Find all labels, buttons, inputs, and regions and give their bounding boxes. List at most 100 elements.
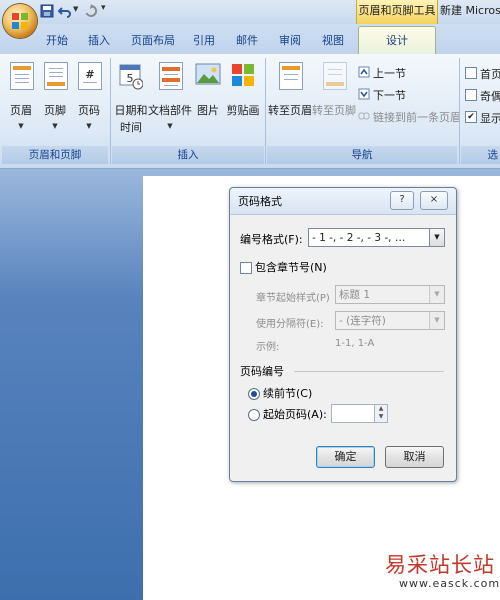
number-format-select[interactable]: - 1 -, - 2 -, - 3 -, … ▼ bbox=[308, 228, 445, 247]
chapter-style-select: 标题 1 ▼ bbox=[335, 285, 445, 304]
previous-section-button[interactable]: 上一节 bbox=[358, 64, 458, 80]
continue-label: 续前节(C) bbox=[263, 387, 313, 400]
tab-insert[interactable]: 插入 bbox=[88, 30, 110, 52]
undo-icon[interactable] bbox=[58, 4, 72, 18]
separator-value: - (连字符) bbox=[339, 315, 386, 327]
picture-button[interactable]: 图片 bbox=[194, 62, 222, 122]
tab-home[interactable]: 开始 bbox=[46, 30, 68, 52]
page-number-icon: # bbox=[78, 62, 102, 90]
page-number-format-dialog: 页码格式 ? × 编号格式(F): - 1 -, - 2 -, - 3 -, …… bbox=[229, 187, 457, 482]
context-tab-title: 页眉和页脚工具 bbox=[356, 0, 438, 24]
document-title: 新建 Micros bbox=[440, 4, 500, 17]
number-format-label: 编号格式(F): bbox=[240, 233, 303, 246]
goto-footer-label: 转至页脚 bbox=[312, 104, 356, 117]
options-group-caption: 选 bbox=[461, 146, 500, 164]
show-document-text-label: 显示 bbox=[480, 112, 500, 125]
help-button[interactable]: ? bbox=[390, 191, 414, 210]
close-button[interactable]: × bbox=[420, 191, 448, 210]
group-divider bbox=[265, 58, 266, 164]
quick-parts-label: 文档部件 bbox=[148, 104, 192, 117]
footer-button-label: 页脚 bbox=[44, 104, 66, 117]
next-section-button[interactable]: 下一节 bbox=[358, 86, 458, 102]
footer-icon bbox=[44, 62, 68, 90]
ok-button[interactable]: 确定 bbox=[316, 446, 375, 468]
tab-review[interactable]: 审阅 bbox=[279, 30, 301, 52]
link-to-previous-button: 链接到前一条页眉 bbox=[358, 108, 461, 124]
previous-section-icon bbox=[358, 66, 370, 78]
link-to-previous-label: 链接到前一条页眉 bbox=[373, 111, 461, 124]
separator-label: 使用分隔符(E): bbox=[256, 319, 324, 330]
continue-radio[interactable] bbox=[248, 388, 260, 400]
chevron-down-icon[interactable]: ▼ bbox=[429, 229, 444, 246]
include-chapter-label: 包含章节号(N) bbox=[255, 261, 327, 274]
clip-art-button[interactable]: 剪贴画 bbox=[226, 62, 260, 122]
quick-parts-button[interactable]: 文档部件 ▼ bbox=[148, 62, 192, 138]
different-first-page-label: 首页 bbox=[480, 68, 500, 81]
undo-dropdown-icon[interactable]: ▼ bbox=[73, 5, 78, 13]
different-first-page-checkbox[interactable] bbox=[465, 67, 477, 79]
customize-qat-icon[interactable]: ▾ bbox=[101, 3, 106, 13]
header-button-label: 页眉 bbox=[10, 104, 32, 117]
quick-parts-icon bbox=[159, 62, 183, 90]
example-value: 1-1, 1-A bbox=[335, 338, 375, 349]
tab-page-layout[interactable]: 页面布局 bbox=[131, 30, 175, 52]
start-at-radio[interactable] bbox=[248, 409, 260, 421]
show-document-text-checkbox[interactable]: ✔ bbox=[465, 111, 477, 123]
group-divider bbox=[459, 58, 460, 164]
svg-text:5: 5 bbox=[127, 72, 134, 85]
chevron-down-icon: ▼ bbox=[429, 312, 444, 329]
different-odd-even-label: 奇偶 bbox=[480, 90, 500, 103]
start-at-label: 起始页码(A): bbox=[263, 408, 327, 421]
office-logo-icon bbox=[12, 13, 28, 29]
goto-header-label: 转至页眉 bbox=[268, 104, 312, 117]
watermark-site-name: 易采站长站 bbox=[385, 553, 495, 577]
chapter-style-label: 章节起始样式(P) bbox=[256, 293, 330, 304]
next-section-icon bbox=[358, 88, 370, 100]
office-button[interactable] bbox=[3, 4, 37, 38]
separator-select: - (连字符) ▼ bbox=[335, 311, 445, 330]
goto-footer-button: 转至页脚 bbox=[312, 62, 356, 122]
date-time-button[interactable]: 5 日期和 时间 bbox=[115, 62, 148, 140]
different-odd-even-option[interactable]: 奇偶 bbox=[465, 88, 500, 103]
start-at-spinner[interactable]: ▲ ▼ bbox=[331, 404, 388, 423]
save-icon[interactable] bbox=[40, 4, 54, 18]
goto-footer-icon bbox=[323, 62, 347, 90]
page-number-dropdown-icon: ▼ bbox=[86, 122, 92, 130]
page-number-button-label: 页码 bbox=[78, 104, 100, 117]
link-icon bbox=[358, 112, 370, 120]
number-format-value: - 1 -, - 2 -, - 3 -, … bbox=[312, 232, 406, 244]
footer-button[interactable]: 页脚 ▼ bbox=[42, 62, 68, 138]
goto-header-button[interactable]: 转至页眉 bbox=[268, 62, 312, 122]
cancel-button[interactable]: 取消 bbox=[385, 446, 444, 468]
chevron-down-icon: ▼ bbox=[429, 286, 444, 303]
picture-label: 图片 bbox=[197, 104, 219, 117]
picture-icon bbox=[195, 63, 221, 85]
clip-art-icon bbox=[232, 64, 254, 86]
previous-section-label: 上一节 bbox=[373, 67, 406, 80]
show-document-text-option[interactable]: ✔ 显示 bbox=[465, 110, 500, 125]
tab-mailings[interactable]: 邮件 bbox=[236, 30, 258, 52]
tab-design[interactable]: 设计 bbox=[358, 26, 436, 54]
include-chapter-checkbox[interactable] bbox=[240, 262, 252, 274]
goto-header-icon bbox=[279, 62, 303, 90]
insert-group-caption: 插入 bbox=[112, 146, 264, 164]
different-odd-even-checkbox[interactable] bbox=[465, 89, 477, 101]
different-first-page-option[interactable]: 首页 bbox=[465, 66, 500, 81]
redo-icon[interactable] bbox=[84, 4, 98, 18]
tab-references[interactable]: 引用 bbox=[193, 30, 215, 52]
page-number-button[interactable]: # 页码 ▼ bbox=[76, 62, 102, 138]
spinner-arrows-icon[interactable]: ▲ ▼ bbox=[374, 405, 387, 422]
chapter-style-value: 标题 1 bbox=[339, 289, 371, 301]
group-divider bbox=[110, 58, 111, 164]
quick-parts-dropdown-icon: ▼ bbox=[167, 122, 173, 130]
page-numbering-label: 页码编号 bbox=[240, 365, 284, 378]
date-time-label-line2: 时间 bbox=[120, 121, 142, 134]
footer-dropdown-icon: ▼ bbox=[52, 122, 58, 130]
clip-art-label: 剪贴画 bbox=[226, 104, 260, 117]
header-button[interactable]: 页眉 ▼ bbox=[8, 62, 34, 138]
tab-view[interactable]: 视图 bbox=[322, 30, 344, 52]
header-dropdown-icon: ▼ bbox=[18, 122, 24, 130]
watermark-url: www.easck.com bbox=[399, 577, 500, 590]
calendar-icon: 5 bbox=[119, 64, 143, 90]
section-divider bbox=[294, 371, 444, 372]
